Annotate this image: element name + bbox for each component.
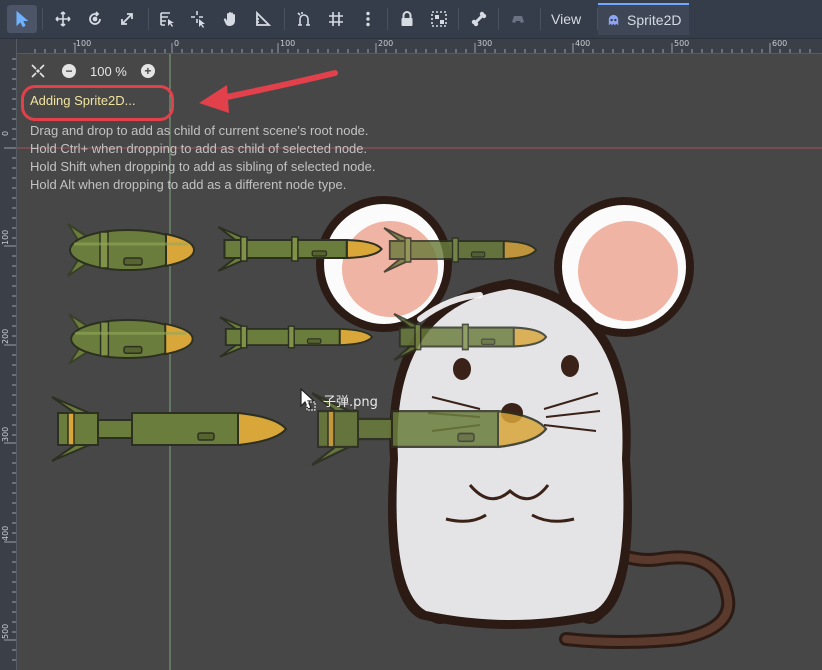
- gamepad-icon: [512, 16, 524, 23]
- pivot-tool-button[interactable]: [184, 5, 214, 33]
- annotation-highlight-ring: [21, 85, 174, 121]
- ruler-horizontal[interactable]: -100 0 100 200 300 400 500 600: [0, 39, 822, 54]
- ruler-label: 0: [174, 39, 180, 48]
- ruler-label: 500: [1, 623, 10, 639]
- ruler-label: 600: [772, 39, 788, 48]
- scale-icon: [121, 13, 133, 25]
- ruler-label: 300: [477, 39, 493, 48]
- view-menu-label: View: [551, 11, 582, 27]
- zoom-in-button[interactable]: +: [140, 64, 155, 78]
- center-view-icon: [31, 64, 45, 78]
- bone-icon: [471, 11, 487, 27]
- drop-hint: Hold Alt when dropping to add as a diffe…: [30, 177, 347, 192]
- ruler-label: 200: [1, 328, 10, 344]
- scale-tool-button[interactable]: [112, 5, 142, 33]
- group-icon: [431, 11, 447, 27]
- hand-icon: [223, 12, 235, 26]
- ruler-vertical[interactable]: 0 100 200 300 400 500: [0, 39, 17, 670]
- kebab-icon: [366, 11, 370, 27]
- rotate-icon: [89, 11, 101, 25]
- grid-icon: [329, 12, 343, 26]
- grid-snap-button[interactable]: [321, 5, 351, 33]
- ruler-label: 200: [378, 39, 394, 48]
- canvas-viewport[interactable]: -100 0 100 200 300 400 500 600 0 100 200…: [0, 39, 822, 670]
- editor-toolbar: View Sprite2D: [0, 0, 822, 39]
- pan-tool-button[interactable]: [216, 5, 246, 33]
- list-select-icon: [160, 12, 174, 27]
- ruler-label: 0: [1, 130, 10, 136]
- ruler-tool-button[interactable]: [248, 5, 278, 33]
- zoom-level[interactable]: 100 %: [90, 64, 127, 79]
- arrow-cursor-icon: [16, 10, 29, 28]
- ruler-label: -100: [73, 39, 92, 48]
- drop-hint: Hold Ctrl+ when dropping to add as child…: [30, 141, 368, 156]
- lock-icon: [401, 11, 413, 26]
- ruler-label: 100: [280, 39, 296, 48]
- ruler-label: 100: [1, 229, 10, 245]
- ruler-label: 400: [1, 525, 10, 541]
- camera-override-button[interactable]: [503, 5, 533, 33]
- group-button[interactable]: [424, 5, 454, 33]
- zoom-controls: − 100 % +: [30, 61, 155, 81]
- move-tool-button[interactable]: [48, 5, 78, 33]
- ruler-label: 400: [575, 39, 591, 48]
- ruler-icon: [256, 10, 272, 26]
- minus-icon: −: [65, 64, 73, 78]
- plus-icon: +: [144, 64, 152, 78]
- bones-button[interactable]: [464, 5, 494, 33]
- pivot-icon: [191, 11, 205, 28]
- list-select-button[interactable]: [152, 5, 182, 33]
- lock-button[interactable]: [392, 5, 422, 33]
- snap-options-button[interactable]: [353, 5, 383, 33]
- rotate-tool-button[interactable]: [80, 5, 110, 33]
- view-menu[interactable]: View: [543, 5, 589, 33]
- tab-sprite2d-label: Sprite2D: [627, 12, 682, 28]
- snap-icon: [297, 12, 310, 26]
- select-tool-button[interactable]: [7, 5, 37, 33]
- dragged-file-name: 子弹.png: [323, 395, 378, 410]
- annotation-arrow-icon: [199, 70, 338, 113]
- zoom-reset-button[interactable]: [30, 63, 46, 79]
- drop-hint: Hold Shift when dropping to add as sibli…: [30, 159, 376, 174]
- drop-hint: Drag and drop to add as child of current…: [30, 123, 369, 138]
- drag-cursor-icon: [300, 388, 316, 411]
- tab-sprite2d[interactable]: Sprite2D: [598, 3, 690, 35]
- ruler-label: 300: [1, 426, 10, 442]
- zoom-out-button[interactable]: −: [62, 64, 76, 78]
- move-icon: [55, 11, 71, 27]
- sprite2d-icon: [608, 14, 619, 25]
- ruler-label: 500: [674, 39, 690, 48]
- smart-snap-button[interactable]: [289, 5, 319, 33]
